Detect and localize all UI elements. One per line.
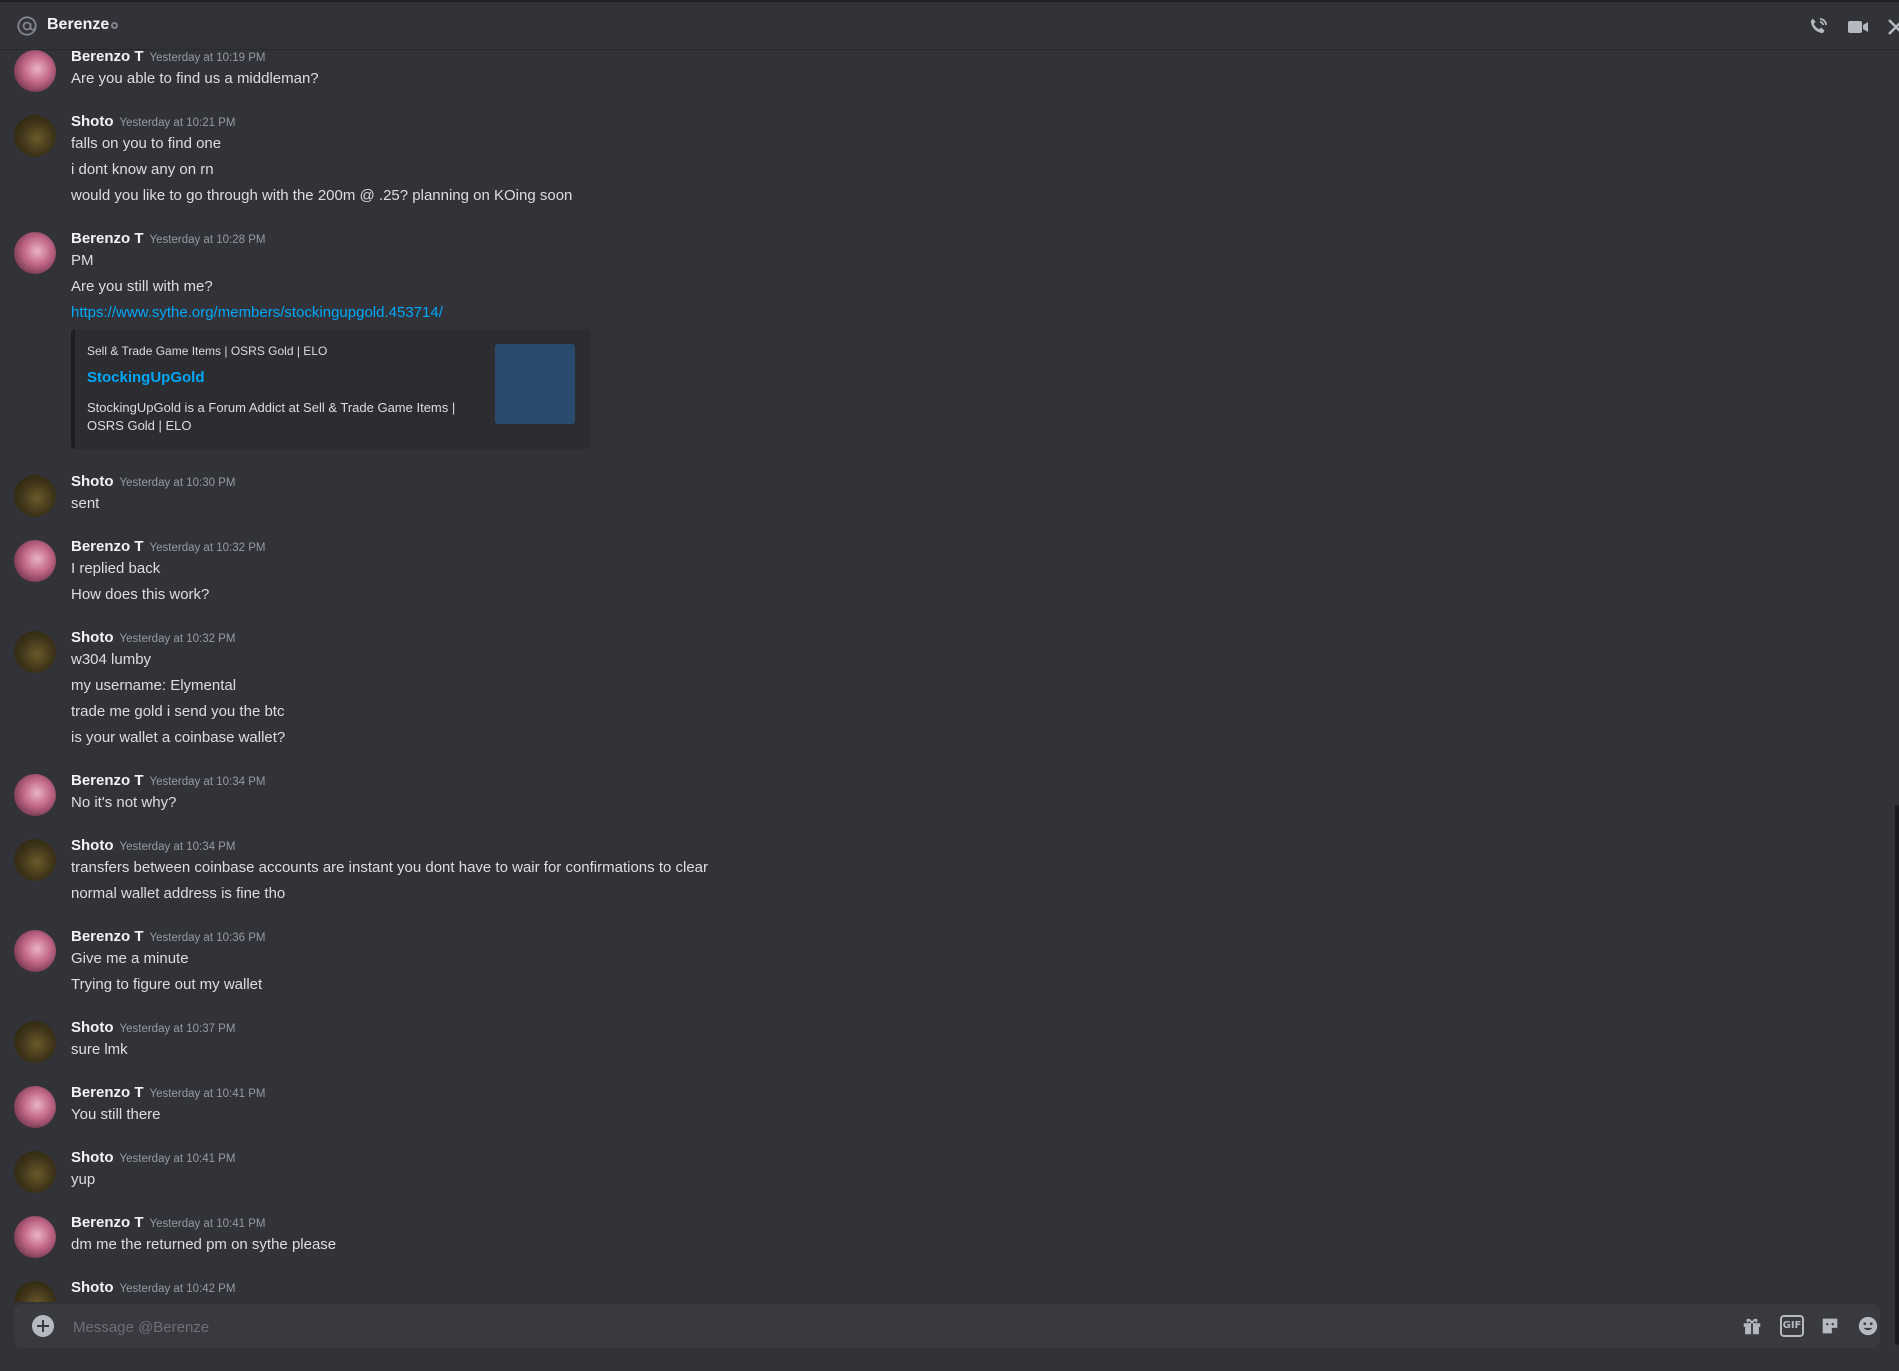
scrollbar[interactable]	[1893, 50, 1899, 1345]
emoji-icon[interactable]	[1856, 1315, 1880, 1337]
message-text: Are you still with me?	[71, 278, 213, 295]
video-call-icon[interactable]	[1846, 15, 1870, 39]
avatar[interactable]	[14, 839, 56, 881]
message-author[interactable]: Shoto	[71, 629, 114, 646]
add-attachment-icon[interactable]	[32, 1315, 54, 1337]
message-text: Are you able to find us a middleman?	[71, 70, 319, 87]
message-text: yup	[71, 1171, 96, 1188]
message-text: sure lmk	[71, 1041, 128, 1058]
message-text: is your wallet a coinbase wallet?	[71, 729, 286, 746]
link-embed: Sell & Trade Game Items | OSRS Gold | EL…	[71, 329, 591, 449]
message-timestamp: Yesterday at 10:42 PM	[119, 1283, 236, 1295]
message-text: w304 lumby	[71, 651, 152, 668]
message-text: You still there	[71, 1106, 161, 1123]
embed-thumbnail[interactable]	[495, 344, 575, 424]
message-text: sent	[71, 495, 100, 512]
message-timestamp: Yesterday at 10:21 PM	[119, 117, 236, 129]
message-timestamp: Yesterday at 10:28 PM	[149, 234, 266, 246]
message-timestamp: Yesterday at 10:34 PM	[119, 841, 236, 853]
dm-window: Berenze Berenzo T Yesterday at 10:19 PM A…	[0, 0, 1899, 1371]
message-author[interactable]: Berenzo T	[71, 230, 144, 247]
gift-icon[interactable]	[1740, 1315, 1764, 1337]
message-text: PM	[71, 252, 94, 269]
message-author[interactable]: Shoto	[71, 837, 114, 854]
message-timestamp: Yesterday at 10:37 PM	[119, 1023, 236, 1035]
message-timestamp: Yesterday at 10:34 PM	[149, 776, 266, 788]
message-author[interactable]: Shoto	[71, 473, 114, 490]
avatar[interactable]	[14, 50, 56, 92]
sticker-icon[interactable]	[1818, 1315, 1842, 1337]
message-timestamp: Yesterday at 10:41 PM	[149, 1088, 266, 1100]
avatar[interactable]	[14, 631, 56, 673]
embed-provider[interactable]: Sell & Trade Game Items | OSRS Gold | EL…	[87, 344, 327, 358]
message-text: How does this work?	[71, 586, 210, 603]
message-text: dm me the returned pm on sythe please	[71, 1236, 337, 1253]
message-author[interactable]: Shoto	[71, 1279, 114, 1296]
avatar[interactable]	[14, 115, 56, 157]
message-text: Trying to figure out my wallet	[71, 976, 263, 993]
message-timestamp: Yesterday at 10:36 PM	[149, 932, 266, 944]
avatar[interactable]	[14, 774, 56, 816]
embed-description: StockingUpGold is a Forum Addict at Sell…	[87, 400, 456, 433]
avatar[interactable]	[14, 1151, 56, 1193]
message-composer: GIF	[14, 1304, 1880, 1348]
message-author[interactable]: Shoto	[71, 1149, 114, 1166]
message-author[interactable]: Berenzo T	[71, 928, 144, 945]
message-text: my username: Elymental	[71, 677, 237, 694]
message-list: Berenzo T Yesterday at 10:19 PM Are you a…	[0, 50, 1899, 1302]
message-author[interactable]: Berenzo T	[71, 772, 144, 789]
message-timestamp: Yesterday at 10:32 PM	[119, 633, 236, 645]
channel-header: Berenze	[0, 0, 1899, 50]
message-text: Give me a minute	[71, 950, 189, 967]
message-text: would you like to go through with the 20…	[71, 187, 573, 204]
message-author[interactable]: Berenzo T	[71, 50, 144, 65]
message-timestamp: Yesterday at 10:32 PM	[149, 542, 266, 554]
message-text: normal wallet address is fine tho	[71, 885, 286, 902]
avatar[interactable]	[14, 1021, 56, 1063]
status-offline-icon	[111, 22, 118, 29]
message-text: No it's not why?	[71, 794, 177, 811]
message-timestamp: Yesterday at 10:41 PM	[119, 1153, 236, 1165]
at-icon	[17, 16, 37, 36]
avatar[interactable]	[14, 232, 56, 274]
message-timestamp: Yesterday at 10:41 PM	[149, 1218, 266, 1230]
message-author[interactable]: Berenzo T	[71, 538, 144, 555]
message-author[interactable]: Berenzo T	[71, 1084, 144, 1101]
message-text: falls on you to find one	[71, 135, 222, 152]
message-text: I replied back	[71, 560, 161, 577]
close-icon[interactable]	[1884, 15, 1899, 39]
gif-icon[interactable]: GIF	[1780, 1315, 1804, 1337]
avatar[interactable]	[14, 1216, 56, 1258]
avatar[interactable]	[14, 1086, 56, 1128]
message-author[interactable]: Shoto	[71, 1019, 114, 1036]
message-author[interactable]: Shoto	[71, 113, 114, 130]
message-author[interactable]: Berenzo T	[71, 1214, 144, 1231]
message-input[interactable]	[71, 1313, 1725, 1341]
avatar[interactable]	[14, 540, 56, 582]
message-link[interactable]: https://www.sythe.org/members/stockingup…	[71, 304, 443, 321]
avatar[interactable]	[14, 1281, 56, 1302]
message-text: transfers between coinbase accounts are …	[71, 859, 709, 876]
message-text: i dont know any on rn	[71, 161, 214, 178]
avatar[interactable]	[14, 930, 56, 972]
embed-title[interactable]: StockingUpGold	[87, 369, 205, 386]
avatar[interactable]	[14, 475, 56, 517]
message-timestamp: Yesterday at 10:19 PM	[149, 52, 266, 64]
voice-call-icon[interactable]	[1806, 15, 1830, 39]
message-text: trade me gold i send you the btc	[71, 703, 285, 720]
dm-recipient-name: Berenze	[47, 16, 110, 33]
scrollbar-thumb[interactable]	[1895, 805, 1899, 1345]
message-timestamp: Yesterday at 10:30 PM	[119, 477, 236, 489]
